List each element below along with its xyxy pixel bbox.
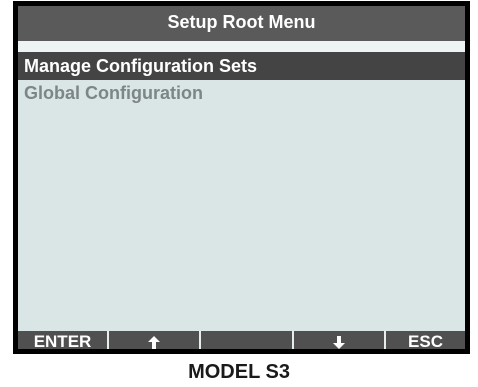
device-bezel: Setup Root Menu Manage Configuration Set… <box>13 1 470 354</box>
down-button[interactable] <box>294 331 386 349</box>
lcd-screen: Setup Root Menu Manage Configuration Set… <box>18 6 465 349</box>
menu-item-manage-configuration-sets[interactable]: Manage Configuration Sets <box>18 52 465 80</box>
menu-title: Setup Root Menu <box>18 6 465 41</box>
title-divider <box>18 41 465 52</box>
menu-list: Manage Configuration Sets Global Configu… <box>18 52 465 107</box>
enter-button[interactable]: ENTER <box>18 331 109 349</box>
esc-button[interactable]: ESC <box>386 331 465 349</box>
model-label: MODEL S3 <box>188 361 290 383</box>
down-arrow-icon <box>333 336 345 349</box>
blank-softkey[interactable] <box>201 331 294 349</box>
menu-item-global-configuration[interactable]: Global Configuration <box>18 80 465 107</box>
up-button[interactable] <box>109 331 201 349</box>
up-arrow-icon <box>148 336 160 349</box>
softkey-bar: ENTER ESC <box>18 331 465 349</box>
